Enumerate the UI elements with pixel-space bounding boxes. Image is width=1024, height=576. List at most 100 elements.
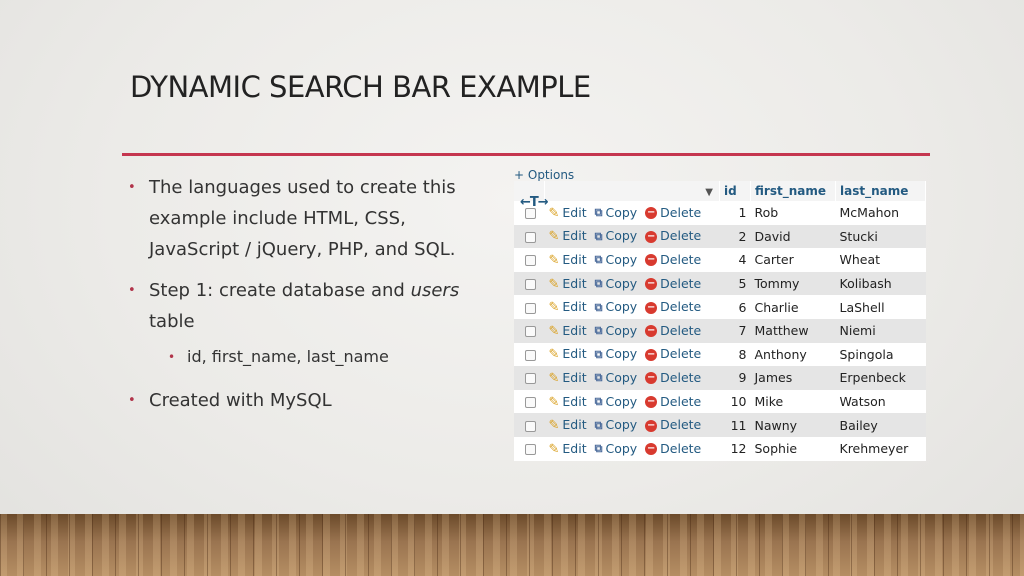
bullet-mysql: Created with MySQL (128, 385, 468, 416)
cell-first-name: Sophie (750, 436, 836, 461)
delete-link[interactable]: Delete (660, 417, 701, 432)
copy-link[interactable]: Copy (605, 205, 637, 220)
delete-link[interactable]: Delete (660, 299, 701, 314)
column-header-last-name[interactable]: last_name (835, 181, 926, 201)
copy-link[interactable]: Copy (605, 228, 637, 243)
row-checkbox-cell (514, 389, 545, 414)
copy-icon[interactable]: ⧉ (595, 253, 603, 267)
edit-link[interactable]: Edit (562, 276, 586, 291)
delete-link[interactable]: Delete (660, 323, 701, 338)
column-header-id[interactable]: id (719, 181, 751, 201)
copy-link[interactable]: Copy (605, 417, 637, 432)
copy-link[interactable]: Copy (605, 370, 637, 385)
edit-link[interactable]: Edit (562, 299, 586, 314)
row-checkbox[interactable] (525, 373, 536, 385)
row-checkbox[interactable] (525, 302, 536, 314)
row-checkbox[interactable] (525, 349, 536, 361)
table-row: ✎ Edit ⧉ Copy − Delete 9 James Erpenbeck (514, 366, 926, 390)
pencil-icon[interactable]: ✎ (549, 395, 560, 410)
delete-icon[interactable]: − (645, 443, 658, 456)
bullet-languages: The languages used to create this exampl… (128, 172, 468, 265)
copy-link[interactable]: Copy (605, 346, 637, 361)
cell-first-name: Rob (750, 201, 836, 225)
bullet-step1-text-end: table (149, 311, 195, 332)
delete-icon[interactable]: − (645, 325, 658, 338)
row-checkbox[interactable] (525, 231, 536, 243)
row-actions: ✎ Edit ⧉ Copy − Delete (544, 342, 720, 367)
pencil-icon[interactable]: ✎ (549, 229, 560, 244)
edit-link[interactable]: Edit (562, 394, 586, 409)
row-checkbox-cell (514, 366, 545, 390)
edit-link[interactable]: Edit (562, 346, 586, 361)
delete-icon[interactable]: − (645, 207, 658, 220)
delete-icon[interactable]: − (645, 254, 658, 267)
cell-last-name: Niemi (835, 318, 926, 343)
cell-first-name: Anthony (750, 342, 836, 367)
delete-icon[interactable]: − (645, 348, 658, 361)
delete-link[interactable]: Delete (660, 441, 701, 456)
copy-icon[interactable]: ⧉ (595, 324, 603, 338)
row-checkbox[interactable] (525, 397, 536, 409)
row-checkbox-cell (514, 342, 545, 367)
wood-floor-decoration (0, 514, 1024, 576)
delete-icon[interactable]: − (645, 301, 658, 314)
delete-icon[interactable]: − (645, 230, 658, 243)
column-header-first-name[interactable]: first_name (750, 181, 836, 201)
row-actions: ✎ Edit ⧉ Copy − Delete (544, 436, 720, 461)
copy-icon[interactable]: ⧉ (595, 348, 603, 362)
pencil-icon[interactable]: ✎ (549, 371, 560, 386)
pencil-icon[interactable]: ✎ (549, 300, 560, 315)
actions-header: ▼ (544, 181, 720, 201)
row-checkbox[interactable] (525, 279, 536, 291)
copy-icon[interactable]: ⧉ (595, 371, 603, 385)
pencil-icon[interactable]: ✎ (549, 442, 560, 457)
edit-link[interactable]: Edit (562, 370, 586, 385)
copy-link[interactable]: Copy (605, 394, 637, 409)
table-body: ✎ Edit ⧉ Copy − Delete 1 Rob McMahon ✎ Edit ⧉ Cop… (514, 201, 926, 461)
row-checkbox[interactable] (525, 326, 536, 338)
column-nav-arrows-icon[interactable]: ←T→ (520, 195, 549, 210)
pencil-icon[interactable]: ✎ (549, 277, 560, 292)
pencil-icon[interactable]: ✎ (549, 418, 560, 433)
options-link[interactable]: + Options (514, 168, 574, 182)
copy-link[interactable]: Copy (605, 276, 637, 291)
copy-link[interactable]: Copy (605, 441, 637, 456)
row-checkbox[interactable] (525, 255, 536, 267)
copy-icon[interactable]: ⧉ (595, 301, 603, 315)
pencil-icon[interactable]: ✎ (549, 324, 560, 339)
copy-link[interactable]: Copy (605, 252, 637, 267)
slide-title: DYNAMIC SEARCH BAR EXAMPLE (130, 70, 591, 104)
delete-icon[interactable]: − (645, 396, 658, 409)
copy-icon[interactable]: ⧉ (595, 230, 603, 244)
delete-link[interactable]: Delete (660, 370, 701, 385)
delete-icon[interactable]: − (645, 278, 658, 291)
edit-link[interactable]: Edit (562, 252, 586, 267)
delete-icon[interactable]: − (645, 372, 658, 385)
edit-link[interactable]: Edit (562, 323, 586, 338)
delete-link[interactable]: Delete (660, 252, 701, 267)
edit-link[interactable]: Edit (562, 228, 586, 243)
pencil-icon[interactable]: ✎ (549, 347, 560, 362)
row-checkbox[interactable] (525, 420, 536, 432)
delete-link[interactable]: Delete (660, 346, 701, 361)
sort-arrow-icon[interactable]: ▼ (705, 187, 713, 198)
edit-link[interactable]: Edit (562, 417, 586, 432)
delete-link[interactable]: Delete (660, 205, 701, 220)
copy-icon[interactable]: ⧉ (595, 277, 603, 291)
copy-link[interactable]: Copy (605, 299, 637, 314)
edit-link[interactable]: Edit (562, 441, 586, 456)
copy-link[interactable]: Copy (605, 323, 637, 338)
edit-link[interactable]: Edit (562, 205, 586, 220)
copy-icon[interactable]: ⧉ (595, 442, 603, 456)
pencil-icon[interactable]: ✎ (549, 253, 560, 268)
copy-icon[interactable]: ⧉ (595, 206, 603, 220)
copy-icon[interactable]: ⧉ (595, 419, 603, 433)
pencil-icon[interactable]: ✎ (549, 206, 560, 221)
row-checkbox[interactable] (525, 444, 536, 456)
delete-link[interactable]: Delete (660, 394, 701, 409)
delete-icon[interactable]: − (645, 419, 658, 432)
copy-icon[interactable]: ⧉ (595, 395, 603, 409)
delete-link[interactable]: Delete (660, 276, 701, 291)
cell-first-name: James (750, 366, 836, 390)
delete-link[interactable]: Delete (660, 228, 701, 243)
